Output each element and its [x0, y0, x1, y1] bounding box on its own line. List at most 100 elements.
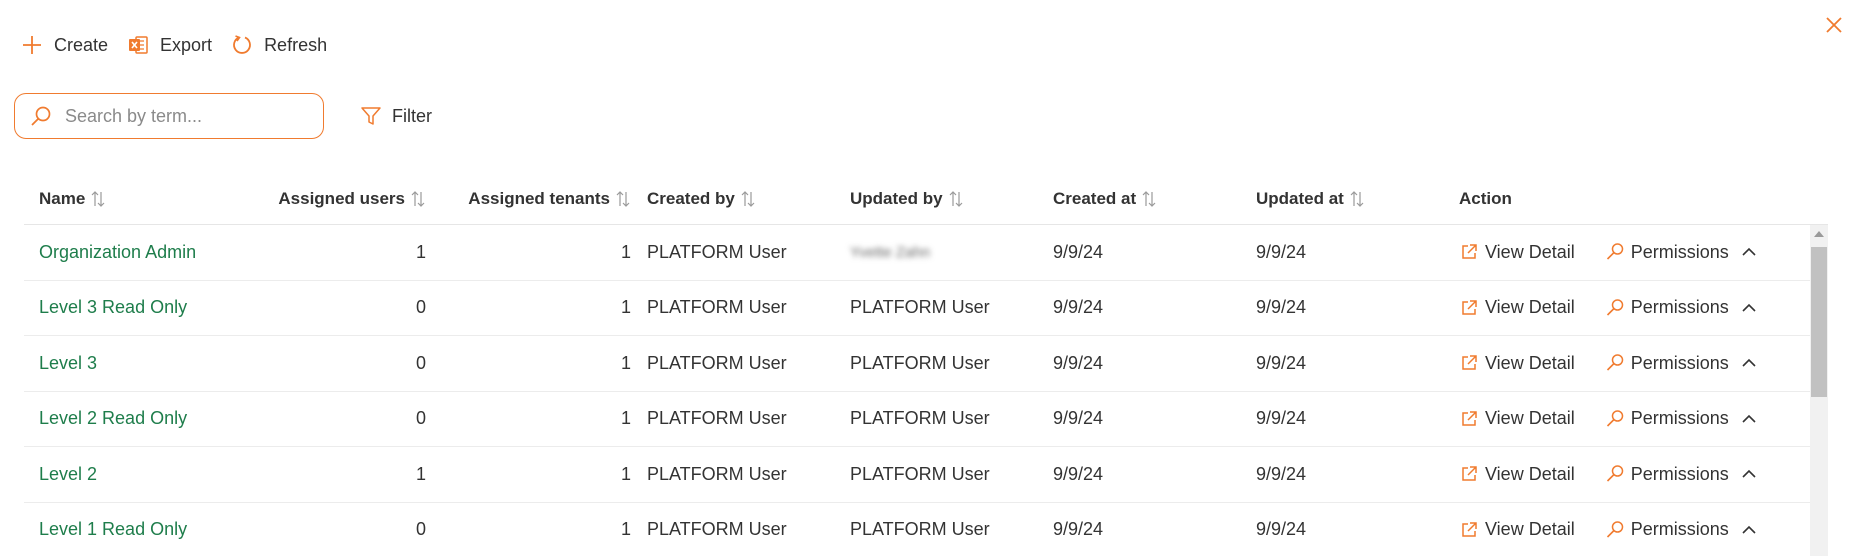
column-header-updated-at[interactable]: Updated at — [1256, 189, 1459, 209]
updated-at-cell: 9/9/24 — [1256, 297, 1307, 318]
export-button[interactable]: Export — [126, 30, 212, 60]
view-detail-link[interactable]: View Detail — [1459, 464, 1575, 485]
plus-icon — [20, 33, 44, 57]
role-name-link[interactable]: Level 3 — [39, 353, 97, 374]
column-header-assigned-tenants[interactable]: Assigned tenants — [446, 189, 647, 209]
search-input[interactable] — [63, 104, 307, 128]
chevron-up-icon[interactable] — [1739, 353, 1759, 373]
action-cell: View Detail Permissions — [1459, 242, 1819, 263]
scrollbar-thumb[interactable] — [1811, 247, 1827, 397]
created-at-cell: 9/9/24 — [1053, 297, 1104, 318]
assigned-tenants-cell: 1 — [620, 519, 631, 540]
key-icon — [1605, 242, 1625, 262]
table-row: Level 2 1 1 PLATFORM User PLATFORM User … — [24, 447, 1828, 503]
chevron-up-icon[interactable] — [1739, 464, 1759, 484]
table-header: Name Assigned users Assigned tenants Cre… — [24, 174, 1828, 225]
role-name-link[interactable]: Level 2 — [39, 464, 97, 485]
role-name-link[interactable]: Level 2 Read Only — [39, 408, 187, 429]
updated-by-cell: PLATFORM User — [850, 297, 990, 318]
filter-icon — [360, 105, 382, 127]
assigned-users-cell: 0 — [415, 297, 426, 318]
permissions-link[interactable]: Permissions — [1605, 519, 1729, 540]
updated-at-cell: 9/9/24 — [1256, 241, 1307, 262]
column-header-created-by[interactable]: Created by — [647, 189, 850, 209]
role-name-link[interactable]: Level 1 Read Only — [39, 519, 187, 540]
updated-at-cell: 9/9/24 — [1256, 408, 1307, 429]
sort-icon[interactable] — [90, 190, 106, 208]
assigned-users-cell: 1 — [415, 463, 426, 484]
chevron-up-icon[interactable] — [1739, 242, 1759, 262]
created-by-cell: PLATFORM User — [647, 519, 787, 540]
column-header-assigned-users[interactable]: Assigned users — [260, 189, 446, 209]
created-by-cell: PLATFORM User — [647, 297, 787, 318]
permissions-link[interactable]: Permissions — [1605, 297, 1729, 318]
permissions-link[interactable]: Permissions — [1605, 464, 1729, 485]
view-detail-link[interactable]: View Detail — [1459, 408, 1575, 429]
assigned-tenants-cell: 1 — [620, 297, 631, 318]
refresh-button[interactable]: Refresh — [230, 30, 327, 60]
search-row: Filter — [14, 93, 432, 139]
close-icon[interactable] — [1823, 14, 1845, 36]
role-name-link[interactable]: Organization Admin — [39, 242, 196, 263]
key-icon — [1605, 353, 1625, 373]
assigned-users-cell: 0 — [415, 519, 426, 540]
permissions-label: Permissions — [1630, 297, 1729, 318]
table-row: Level 3 Read Only 0 1 PLATFORM User PLAT… — [24, 281, 1828, 336]
sort-icon[interactable] — [1141, 190, 1157, 208]
search-icon — [29, 104, 53, 128]
sort-icon[interactable] — [948, 190, 964, 208]
permissions-link[interactable]: Permissions — [1605, 353, 1729, 374]
chevron-up-icon[interactable] — [1739, 520, 1759, 540]
roles-table: Name Assigned users Assigned tenants Cre… — [24, 174, 1828, 556]
assigned-tenants-cell: 1 — [620, 408, 631, 429]
updated-at-cell: 9/9/24 — [1256, 352, 1307, 373]
column-label: Assigned tenants — [468, 189, 610, 208]
view-detail-link[interactable]: View Detail — [1459, 519, 1575, 540]
permissions-label: Permissions — [1630, 463, 1729, 484]
created-at-cell: 9/9/24 — [1053, 463, 1104, 484]
filter-label: Filter — [392, 105, 432, 126]
action-cell: View Detail Permissions — [1459, 297, 1819, 318]
view-detail-link[interactable]: View Detail — [1459, 297, 1575, 318]
created-at-cell: 9/9/24 — [1053, 408, 1104, 429]
vertical-scrollbar[interactable] — [1810, 225, 1828, 556]
updated-at-cell: 9/9/24 — [1256, 463, 1307, 484]
sort-icon[interactable] — [615, 190, 631, 208]
permissions-label: Permissions — [1630, 408, 1729, 429]
create-button[interactable]: Create — [20, 30, 108, 60]
updated-by-cell: PLATFORM User — [850, 519, 990, 540]
column-header-name[interactable]: Name — [24, 189, 260, 209]
assigned-users-cell: 0 — [415, 408, 426, 429]
column-header-updated-by[interactable]: Updated by — [850, 189, 1053, 209]
role-name-link[interactable]: Level 3 Read Only — [39, 297, 187, 318]
updated-by-cell: Yvette Zahn — [850, 244, 1053, 261]
chevron-up-icon[interactable] — [1739, 409, 1759, 429]
table-row: Level 3 0 1 PLATFORM User PLATFORM User … — [24, 336, 1828, 392]
permissions-link[interactable]: Permissions — [1605, 408, 1729, 429]
external-link-icon — [1459, 520, 1479, 540]
created-by-cell: PLATFORM User — [647, 352, 787, 373]
sort-icon[interactable] — [740, 190, 756, 208]
column-label: Created by — [647, 189, 735, 208]
external-link-icon — [1459, 242, 1479, 262]
created-by-cell: PLATFORM User — [647, 463, 787, 484]
filter-button[interactable]: Filter — [360, 105, 432, 127]
column-label: Created at — [1053, 189, 1137, 208]
created-at-cell: 9/9/24 — [1053, 352, 1104, 373]
external-link-icon — [1459, 409, 1479, 429]
view-detail-link[interactable]: View Detail — [1459, 242, 1575, 263]
column-header-created-at[interactable]: Created at — [1053, 189, 1256, 209]
created-at-cell: 9/9/24 — [1053, 519, 1104, 540]
assigned-tenants-cell: 1 — [620, 241, 631, 262]
scroll-up-arrow-icon[interactable] — [1814, 231, 1824, 237]
chevron-up-icon[interactable] — [1739, 298, 1759, 318]
view-detail-label: View Detail — [1485, 352, 1575, 373]
external-link-icon — [1459, 464, 1479, 484]
permissions-label: Permissions — [1630, 241, 1729, 262]
permissions-link[interactable]: Permissions — [1605, 242, 1729, 263]
toolbar: Create Export Refresh — [20, 30, 345, 60]
sort-icon[interactable] — [410, 190, 426, 208]
view-detail-link[interactable]: View Detail — [1459, 353, 1575, 374]
sort-icon[interactable] — [1349, 190, 1365, 208]
key-icon — [1605, 520, 1625, 540]
